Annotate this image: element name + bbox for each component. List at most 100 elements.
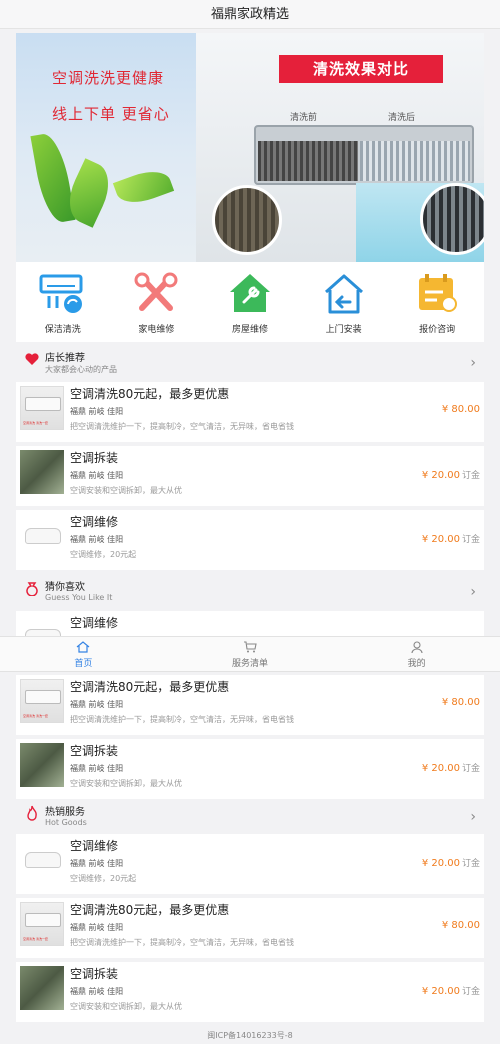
tab-home[interactable]: 首页 [0, 637, 167, 671]
banner-line-1: 空调洗洗更健康 [52, 69, 165, 87]
item-location: 福鼎 前岐 佳阳 [70, 987, 124, 996]
section-title: 店长推荐 [45, 353, 85, 364]
leaf-graphic [112, 164, 175, 210]
section-hot[interactable]: 热销服务 Hot Goods › [16, 800, 484, 836]
item-location: 福鼎 前岐 佳阳 [70, 764, 124, 773]
label-after: 清洗后 [388, 113, 416, 123]
tab-label: 我的 [407, 659, 426, 669]
item-price: ¥ 20.00 订金 [421, 858, 480, 869]
item-location: 福鼎 前岐 佳阳 [70, 859, 124, 868]
section-subtitle: Hot Goods [45, 818, 87, 827]
home-install-icon [324, 274, 363, 314]
repair-tools-icon [134, 272, 178, 311]
item-location: 福鼎 前岐 佳阳 [70, 923, 124, 932]
heart-icon [25, 353, 39, 365]
list-item[interactable]: 空调拆装 福鼎 前岐 佳阳 空调安装和空调拆卸，最大从优 ¥ 20.00 订金 [16, 962, 484, 1022]
item-price: ¥ 20.00 订金 [421, 534, 480, 545]
promo-banner[interactable]: 空调洗洗更健康 线上下单 更省心 清洗效果对比 清洗前 清洗后 [16, 33, 484, 262]
item-title: 空调拆装 [70, 967, 119, 981]
tab-label: 服务清单 [232, 659, 269, 669]
dirty-filter-graphic [258, 141, 358, 181]
section-title: 猜你喜欢 [45, 582, 85, 593]
item-price: ¥ 20.00 订金 [421, 986, 480, 997]
item-thumbnail: 空调清洗 清洗一套 [20, 386, 64, 430]
section-subtitle: 大家都会心动的产品 [45, 365, 117, 374]
list-item[interactable]: 空调维修 [16, 611, 484, 636]
item-thumbnail [20, 450, 64, 494]
item-title: 空调拆装 [70, 744, 119, 758]
page-title: 福鼎家政精选 [0, 0, 500, 29]
banner-tag: 清洗效果对比 [279, 55, 443, 83]
money-bag-icon [26, 582, 38, 596]
section-guess[interactable]: 猜你喜欢 Guess You Like It › [16, 575, 484, 611]
list-item[interactable]: 空调拆装 福鼎 前岐 佳阳 空调安装和空调拆卸，最大从优 ¥ 20.00 订金 [16, 446, 484, 506]
category-label: 家电维修 [138, 325, 175, 335]
item-description: 空调安装和空调拆卸，最大从优 [70, 486, 182, 495]
item-description: 空调安装和空调拆卸，最大从优 [70, 779, 182, 788]
item-description: 把空调清洗维护一下，提高制冷，空气清洁，无异味，省电省钱 [70, 938, 294, 947]
item-thumbnail [20, 743, 64, 787]
list-item[interactable]: 空调维修 福鼎 前岐 佳阳 空调维修，20元起 ¥ 20.00 订金 [16, 510, 484, 570]
dirty-closeup-graphic [212, 185, 282, 255]
tab-mine[interactable]: 我的 [333, 637, 500, 671]
category-ac-cleaning[interactable]: 保洁清洗 [16, 262, 110, 342]
section-title: 热销服务 [45, 807, 85, 818]
item-price: ¥ 80.00 [441, 697, 480, 708]
category-label: 房屋维修 [231, 325, 268, 335]
tab-service-list[interactable]: 服务清单 [167, 637, 334, 671]
item-title: 空调拆装 [70, 451, 119, 465]
bottom-tab-bar: 首页 服务清单 我的 [0, 636, 500, 672]
banner-line-2: 线上下单 更省心 [52, 105, 170, 123]
category-label: 保洁清洗 [44, 325, 81, 335]
section-subtitle: Guess You Like It [45, 593, 113, 602]
item-thumbnail: 空调清洗 清洗一套 [20, 679, 64, 723]
list-item[interactable]: 空调拆装 福鼎 前岐 佳阳 空调安装和空调拆卸，最大从优 ¥ 20.00 订金 [16, 739, 484, 799]
label-before: 清洗前 [290, 113, 318, 123]
item-price: ¥ 20.00 订金 [421, 470, 480, 481]
flame-icon [27, 805, 37, 821]
icp-footer[interactable]: 闽ICP备14016233号-8 [0, 1030, 500, 1041]
item-thumbnail [20, 514, 64, 558]
item-title: 空调维修 [70, 839, 119, 853]
item-price: ¥ 20.00 订金 [421, 763, 480, 774]
item-description: 把空调清洗维护一下，提高制冷，空气清洁，无异味，省电省钱 [70, 715, 294, 724]
item-thumbnail [20, 966, 64, 1010]
section-recommend[interactable]: 店长推荐 大家都会心动的产品 › [16, 346, 484, 382]
tab-label: 首页 [74, 659, 93, 669]
chevron-right-icon: › [470, 355, 476, 371]
item-title: 空调清洗80元起，最多更优惠 [70, 680, 230, 694]
list-item[interactable]: 空调清洗 清洗一套 空调清洗80元起，最多更优惠 福鼎 前岐 佳阳 把空调清洗维… [16, 898, 484, 958]
category-label: 报价咨询 [419, 325, 456, 335]
category-house-repair[interactable]: 房屋维修 [203, 262, 297, 342]
item-location: 福鼎 前岐 佳阳 [70, 700, 124, 709]
item-location: 福鼎 前岐 佳阳 [70, 407, 124, 416]
ac-cleaning-icon [39, 274, 83, 313]
list-item[interactable]: 空调清洗 清洗一套 空调清洗80元起，最多更优惠 福鼎 前岐 佳阳 把空调清洗维… [16, 675, 484, 735]
item-location: 福鼎 前岐 佳阳 [70, 471, 124, 480]
item-thumbnail: 空调清洗 清洗一套 [20, 902, 64, 946]
item-description: 把空调清洗维护一下，提高制冷，空气清洁，无异味，省电省钱 [70, 422, 294, 431]
clean-closeup-graphic [420, 183, 484, 255]
category-home-install[interactable]: 上门安装 [297, 262, 391, 342]
home-icon [76, 641, 90, 653]
item-title: 空调维修 [70, 515, 119, 529]
category-appliance-repair[interactable]: 家电维修 [110, 262, 204, 342]
item-description: 空调安装和空调拆卸，最大从优 [70, 1002, 182, 1011]
category-quote[interactable]: 报价咨询 [390, 262, 484, 342]
category-label: 上门安装 [325, 325, 362, 335]
item-title: 空调维修 [70, 616, 119, 630]
calendar-quote-icon [419, 274, 458, 312]
chevron-right-icon: › [470, 584, 476, 600]
item-title: 空调清洗80元起，最多更优惠 [70, 387, 230, 401]
item-thumbnail [20, 615, 64, 636]
item-price: ¥ 80.00 [441, 404, 480, 415]
list-item[interactable]: 空调清洗 清洗一套 空调清洗80元起，最多更优惠 福鼎 前岐 佳阳 把空调清洗维… [16, 382, 484, 442]
item-location: 福鼎 前岐 佳阳 [70, 535, 124, 544]
item-price: ¥ 80.00 [441, 920, 480, 931]
cart-icon [244, 641, 257, 653]
user-icon [411, 641, 423, 653]
item-thumbnail [20, 838, 64, 882]
clean-filter-graphic [360, 141, 470, 181]
list-item[interactable]: 空调维修 福鼎 前岐 佳阳 空调维修，20元起 ¥ 20.00 订金 [16, 834, 484, 894]
item-description: 空调维修，20元起 [70, 550, 137, 559]
